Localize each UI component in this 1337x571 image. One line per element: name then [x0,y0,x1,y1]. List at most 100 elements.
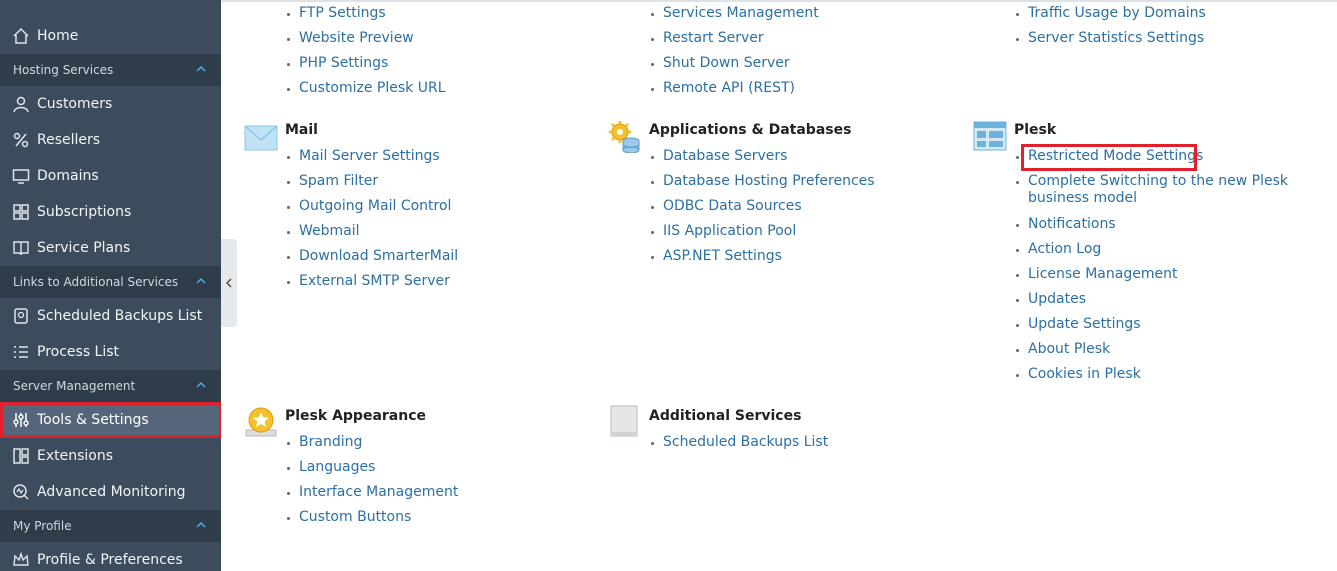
bullet [651,88,654,91]
bullet [1016,249,1019,252]
nav-profile-preferences-label: Profile & Preferences [37,552,183,568]
group-title-plesk-appearance: Plesk Appearance [285,408,427,424]
backup-icon [12,307,30,325]
extensions-icon [12,447,30,465]
link-restart-server[interactable]: Restart Server [663,30,764,47]
link-server-statistics-settings[interactable]: Server Statistics Settings [1028,30,1204,47]
bullet [1016,349,1019,352]
link-scheduled-backups-list[interactable]: Scheduled Backups List [663,434,828,451]
link-aspnet-settings[interactable]: ASP.NET Settings [663,248,782,265]
link-shut-down-server[interactable]: Shut Down Server [663,55,790,72]
link-branding[interactable]: Branding [299,434,362,451]
link-action-log[interactable]: Action Log [1028,241,1101,258]
bullet [287,281,290,284]
nav-tools-settings[interactable]: Tools & Settings [0,402,221,438]
link-remote-api[interactable]: Remote API (REST) [663,80,795,97]
link-interface-management[interactable]: Interface Management [299,484,458,501]
link-outgoing-mail-control[interactable]: Outgoing Mail Control [299,198,451,215]
chevron-up-icon [196,277,206,284]
link-languages[interactable]: Languages [299,459,375,476]
group-title-applications-databases: Applications & Databases [649,122,852,138]
list-icon [12,343,30,361]
link-iis-application-pool[interactable]: IIS Application Pool [663,223,796,240]
bullet [287,181,290,184]
appearance-badge-icon [245,407,277,437]
chevron-up-icon [196,381,206,388]
bullet [287,88,290,91]
link-spam-filter[interactable]: Spam Filter [299,173,378,190]
section-profile-label: My Profile [13,519,72,533]
sidebar-collapse-handle[interactable] [221,239,237,327]
bullet [651,442,654,445]
section-hosting-services[interactable]: Hosting Services [0,54,221,86]
link-cookies-in-plesk[interactable]: Cookies in Plesk [1028,366,1141,383]
link-download-smartermail[interactable]: Download SmarterMail [299,248,458,265]
link-mail-server-settings[interactable]: Mail Server Settings [299,148,440,165]
bullet [651,63,654,66]
bullet [1016,274,1019,277]
link-database-servers[interactable]: Database Servers [663,148,787,165]
bullet [1016,224,1019,227]
top-divider [221,0,1337,2]
link-complete-switching[interactable]: Complete Switching to the new Plesk busi… [1028,173,1288,207]
bullet [651,206,654,209]
book-icon [12,239,30,257]
bullet [1016,181,1019,184]
chevron-up-icon [196,65,206,72]
percent-icon [12,131,30,149]
nav-profile-preferences[interactable]: Profile & Preferences [0,542,221,571]
section-links-additional[interactable]: Links to Additional Services [0,266,221,298]
link-external-smtp-server[interactable]: External SMTP Server [299,273,450,290]
link-database-hosting-preferences[interactable]: Database Hosting Preferences [663,173,875,190]
link-updates[interactable]: Updates [1028,291,1086,308]
nav-scheduled-backups[interactable]: Scheduled Backups List [0,298,221,334]
monitor-icon [12,167,30,185]
link-services-management[interactable]: Services Management [663,5,819,22]
link-odbc-data-sources[interactable]: ODBC Data Sources [663,198,802,215]
nav-scheduled-backups-label: Scheduled Backups List [37,308,203,324]
bullet [287,206,290,209]
home-icon [12,27,30,45]
link-custom-buttons[interactable]: Custom Buttons [299,509,411,526]
nav-resellers[interactable]: Resellers [0,122,221,158]
bullet [287,231,290,234]
link-traffic-usage[interactable]: Traffic Usage by Domains [1028,5,1206,22]
nav-home[interactable]: Home [0,18,221,54]
nav-extensions[interactable]: Extensions [0,438,221,474]
monitoring-icon [12,483,30,501]
chevron-up-icon [196,521,206,528]
nav-advanced-monitoring[interactable]: Advanced Monitoring [0,474,221,510]
link-webmail[interactable]: Webmail [299,223,360,240]
nav-advanced-monitoring-label: Advanced Monitoring [37,484,186,500]
gear-database-icon [609,121,640,153]
mail-icon [244,125,278,151]
bullet [1016,324,1019,327]
bullet [1016,299,1019,302]
link-website-preview[interactable]: Website Preview [299,30,414,47]
link-update-settings[interactable]: Update Settings [1028,316,1141,333]
section-my-profile[interactable]: My Profile [0,510,221,542]
section-server-management[interactable]: Server Management [0,370,221,402]
nav-process-list[interactable]: Process List [0,334,221,370]
link-php-settings[interactable]: PHP Settings [299,55,388,72]
nav-customers[interactable]: Customers [0,86,221,122]
link-about-plesk[interactable]: About Plesk [1028,341,1110,358]
nav-customers-label: Customers [37,96,113,112]
chevron-left-icon [226,278,232,288]
link-customize-plesk-url[interactable]: Customize Plesk URL [299,80,446,97]
nav-tools-settings-label: Tools & Settings [37,412,149,428]
bullet [287,13,290,16]
group-title-plesk: Plesk [1014,122,1057,138]
link-ftp-settings[interactable]: FTP Settings [299,5,386,22]
bullet [651,256,654,259]
section-links-label: Links to Additional Services [13,275,179,289]
nav-subscriptions[interactable]: Subscriptions [0,194,221,230]
bullet [287,63,290,66]
nav-service-plans[interactable]: Service Plans [0,230,221,266]
link-license-management[interactable]: License Management [1028,266,1177,283]
bullet [287,256,290,259]
bullet [287,156,290,159]
link-notifications[interactable]: Notifications [1028,216,1116,233]
nav-domains[interactable]: Domains [0,158,221,194]
highlight-box [1021,144,1197,171]
